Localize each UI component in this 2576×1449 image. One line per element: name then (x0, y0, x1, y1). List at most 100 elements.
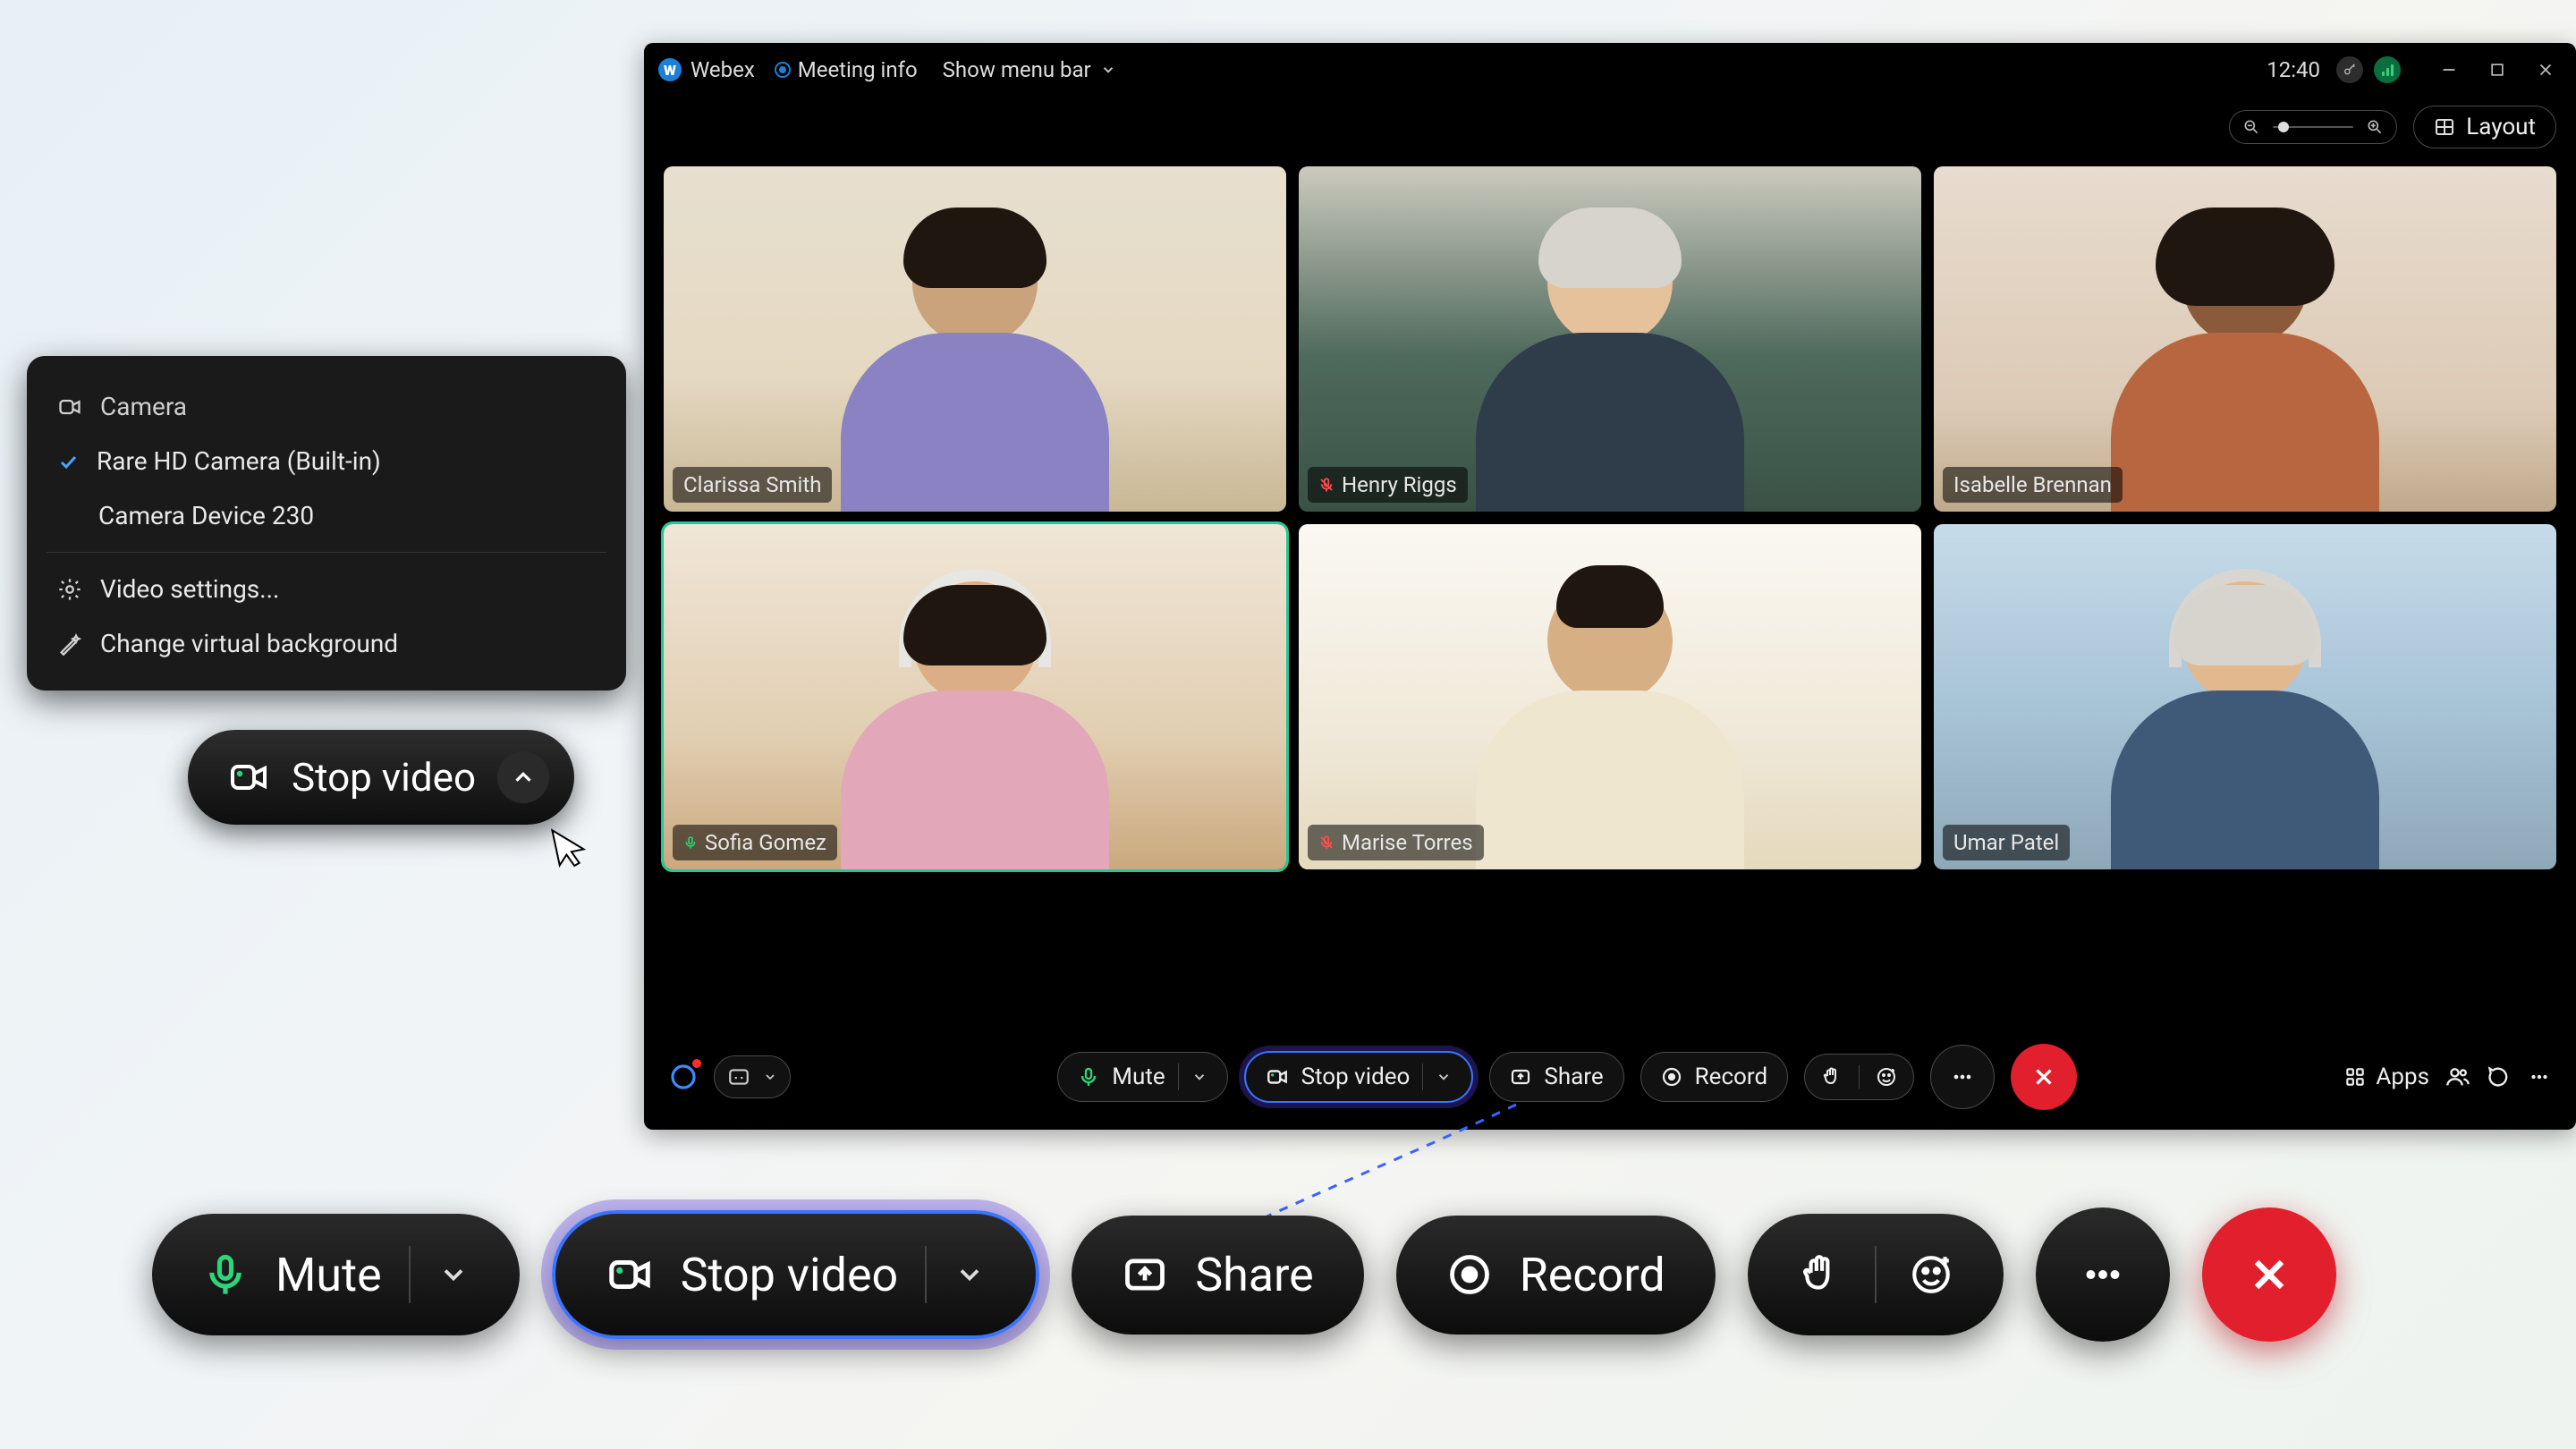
participant-tile[interactable]: Henry Riggs (1299, 166, 1921, 512)
chevron-up-icon (510, 764, 537, 791)
raise-hand-icon (1821, 1066, 1843, 1088)
captions-icon (727, 1065, 750, 1089)
mic-muted-icon (1318, 835, 1335, 851)
video-camera-icon (57, 394, 82, 419)
participant-name: Sofia Gomez (705, 830, 826, 855)
reactions-button[interactable] (1804, 1054, 1914, 1100)
record-button[interactable]: Record (1640, 1052, 1788, 1102)
chevron-down-icon (953, 1258, 986, 1291)
chevron-down-icon (437, 1258, 470, 1291)
record-label: Record (1695, 1063, 1767, 1090)
participant-name-tag: Marise Torres (1308, 825, 1484, 860)
mic-active-icon (683, 835, 698, 850)
share-button[interactable]: Share (1489, 1052, 1623, 1102)
network-quality-badge[interactable] (2374, 56, 2401, 83)
mic-muted-icon (1318, 477, 1335, 493)
share-button-large[interactable]: Share (1072, 1216, 1364, 1335)
reactions-button-large[interactable] (1748, 1214, 2004, 1335)
camera-section-header: Camera (38, 379, 615, 434)
zoom-out-icon (2242, 118, 2260, 136)
show-menu-bar-label: Show menu bar (943, 57, 1091, 82)
chevron-down-icon (1100, 62, 1116, 78)
stop-video-button-large[interactable]: Stop video (552, 1210, 1040, 1339)
share-screen-icon (1122, 1251, 1168, 1298)
camera-device-option[interactable]: Camera Device 230 (38, 488, 615, 543)
apps-icon (2343, 1065, 2367, 1089)
window-maximize-button[interactable] (2481, 54, 2513, 86)
video-options-chevron[interactable] (497, 751, 549, 803)
show-menu-bar-button[interactable]: Show menu bar (943, 57, 1116, 82)
camera-device-option-selected[interactable]: Rare HD Camera (Built-in) (38, 434, 615, 488)
info-icon (775, 62, 791, 78)
participant-tile[interactable]: Isabelle Brennan (1934, 166, 2556, 512)
meeting-info-button[interactable]: Meeting info (775, 57, 918, 82)
zoom-in-icon (2366, 118, 2384, 136)
signal-icon (2382, 64, 2394, 76)
stop-video-callout-label: Stop video (292, 754, 476, 801)
layout-label: Layout (2466, 114, 2536, 140)
webex-window: W Webex Meeting info Show menu bar 12:40 (644, 43, 2576, 1130)
record-button-large[interactable]: Record (1396, 1216, 1716, 1335)
window-close-button[interactable] (2529, 54, 2562, 86)
captions-button[interactable] (714, 1055, 791, 1098)
stop-video-label: Stop video (1301, 1063, 1411, 1090)
share-label: Share (1544, 1063, 1603, 1090)
participant-tile-active-speaker[interactable]: Sofia Gomez (664, 524, 1286, 869)
meeting-clock: 12:40 (2267, 57, 2320, 82)
window-minimize-button[interactable] (2433, 54, 2465, 86)
zoom-in-button[interactable] (2362, 114, 2387, 140)
ellipsis-icon (2079, 1250, 2127, 1299)
participant-name-tag: Henry Riggs (1308, 467, 1468, 503)
chevron-down-icon (1436, 1069, 1452, 1085)
chevron-down-icon (763, 1070, 777, 1084)
camera-header-label: Camera (100, 392, 187, 421)
chat-panel-button[interactable] (2487, 1064, 2512, 1089)
maximize-icon (2488, 61, 2506, 79)
zoom-control[interactable] (2229, 110, 2397, 144)
record-icon (1661, 1066, 1682, 1088)
participant-name: Clarissa Smith (683, 472, 821, 497)
webex-logo-icon: W (658, 58, 682, 81)
change-virtual-background-option[interactable]: Change virtual background (38, 616, 615, 671)
more-options-button-large[interactable] (2036, 1208, 2170, 1342)
participant-tile[interactable]: Umar Patel (1934, 524, 2556, 869)
zoom-out-button[interactable] (2239, 114, 2264, 140)
mute-button[interactable]: Mute (1057, 1052, 1227, 1102)
gear-icon (57, 577, 82, 602)
participant-name: Isabelle Brennan (1953, 472, 2112, 497)
zoom-slider[interactable] (2273, 126, 2353, 128)
more-options-button[interactable] (1930, 1045, 1995, 1109)
titlebar: W Webex Meeting info Show menu bar 12:40 (644, 43, 2576, 97)
video-settings-option[interactable]: Video settings... (38, 562, 615, 616)
encryption-badge[interactable] (2336, 56, 2363, 83)
raise-hand-icon (1798, 1252, 1843, 1297)
close-icon (2030, 1063, 2057, 1090)
leave-meeting-button-large[interactable] (2202, 1208, 2336, 1342)
leave-meeting-button[interactable] (2011, 1044, 2077, 1110)
mute-button-large[interactable]: Mute (152, 1214, 520, 1335)
app-name: Webex (691, 57, 755, 82)
participants-panel-button[interactable] (2445, 1064, 2470, 1089)
meeting-info-label: Meeting info (798, 57, 918, 82)
assistant-button[interactable] (669, 1063, 698, 1091)
video-grid: Clarissa Smith Henry Riggs Isabelle Bren… (644, 154, 2576, 869)
record-label: Record (1520, 1248, 1665, 1302)
video-camera-icon (606, 1250, 654, 1299)
virtual-background-label: Change virtual background (100, 629, 398, 658)
stop-video-callout-button[interactable]: Stop video (188, 730, 574, 825)
record-icon (1446, 1251, 1493, 1298)
share-screen-icon (1510, 1066, 1531, 1088)
participant-tile[interactable]: Marise Torres (1299, 524, 1921, 869)
panel-options-button[interactable] (2528, 1065, 2551, 1089)
apps-button[interactable]: Apps (2343, 1063, 2429, 1090)
camera-device-label: Rare HD Camera (Built-in) (97, 446, 381, 476)
layout-button[interactable]: Layout (2413, 106, 2556, 148)
key-icon (2343, 63, 2357, 77)
emoji-icon (1876, 1066, 1897, 1088)
close-icon (2244, 1250, 2294, 1300)
stop-video-button[interactable]: Stop video (1244, 1051, 1474, 1103)
chat-icon (2487, 1064, 2512, 1089)
magic-wand-icon (57, 631, 82, 657)
ellipsis-icon (1950, 1064, 1975, 1089)
participant-tile[interactable]: Clarissa Smith (664, 166, 1286, 512)
